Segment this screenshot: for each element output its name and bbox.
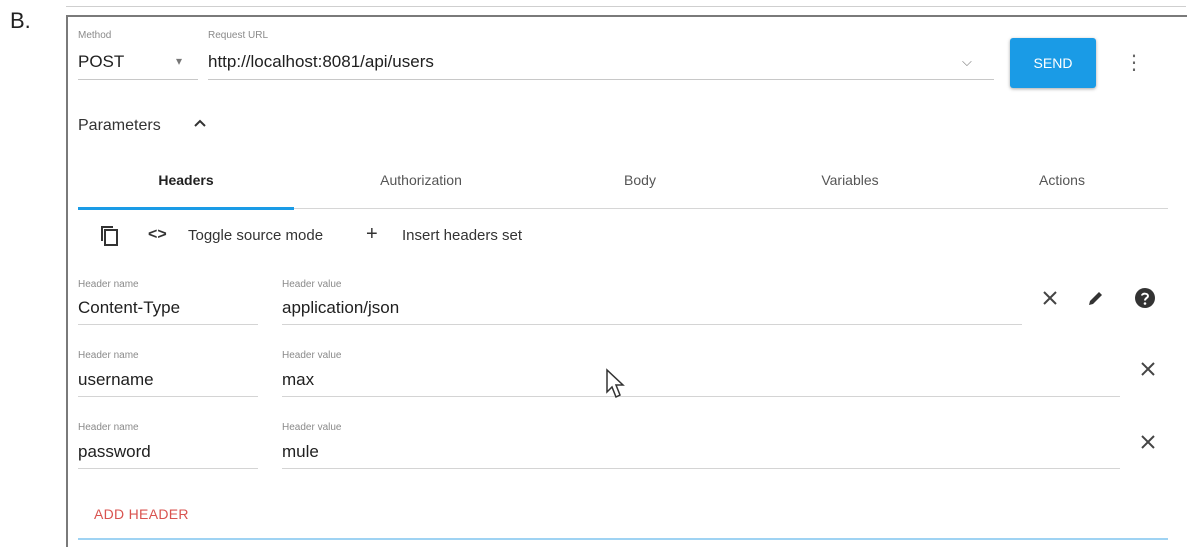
header-name-input[interactable]: Content-Type: [78, 298, 180, 318]
header-value-underline: [282, 468, 1120, 469]
header-value-label: Header value: [282, 422, 342, 433]
tab-headers[interactable]: Headers: [108, 172, 264, 188]
more-options-icon[interactable]: ⋮: [1124, 44, 1144, 80]
help-icon[interactable]: [1132, 285, 1158, 311]
code-icon[interactable]: <>: [148, 226, 167, 244]
remove-header-icon[interactable]: [1136, 357, 1160, 381]
tab-authorization[interactable]: Authorization: [346, 172, 496, 188]
url-label: Request URL: [208, 30, 269, 41]
header-value-input[interactable]: mule: [282, 442, 319, 462]
header-value-label: Header value: [282, 279, 342, 290]
bottom-accent-line: [78, 538, 1168, 540]
mouse-cursor-icon: [604, 368, 630, 402]
toggle-source-mode-button[interactable]: Toggle source mode: [188, 227, 323, 244]
method-underline: [78, 79, 198, 80]
method-dropdown-icon[interactable]: ▾: [176, 54, 182, 68]
parameters-collapse-icon[interactable]: [190, 112, 210, 134]
header-value-input[interactable]: max: [282, 370, 314, 390]
copy-icon[interactable]: [98, 223, 122, 249]
send-button[interactable]: SEND: [1010, 38, 1096, 88]
option-letter: B.: [10, 8, 31, 33]
tab-active-indicator: [78, 207, 294, 210]
tab-body[interactable]: Body: [580, 172, 700, 188]
top-divider: [66, 6, 1186, 7]
header-value-label: Header value: [282, 350, 342, 361]
tab-variables[interactable]: Variables: [790, 172, 910, 188]
insert-headers-set-button[interactable]: Insert headers set: [402, 227, 522, 244]
edit-header-icon[interactable]: [1084, 286, 1108, 310]
header-name-underline: [78, 468, 258, 469]
remove-header-icon[interactable]: [1136, 430, 1160, 454]
header-name-label: Header name: [78, 279, 139, 290]
header-value-underline: [282, 396, 1120, 397]
header-name-underline: [78, 324, 258, 325]
url-underline: [208, 79, 994, 80]
header-name-label: Header name: [78, 422, 139, 433]
url-input[interactable]: http://localhost:8081/api/users: [208, 52, 434, 72]
add-header-button[interactable]: ADD HEADER: [94, 506, 189, 522]
add-icon[interactable]: +: [366, 223, 378, 246]
tab-actions[interactable]: Actions: [1002, 172, 1122, 188]
method-label: Method: [78, 30, 112, 41]
header-name-input[interactable]: password: [78, 442, 151, 462]
url-history-chevron-icon[interactable]: ⌵: [962, 54, 972, 70]
parameters-toggle-label[interactable]: Parameters: [78, 117, 161, 135]
header-value-underline: [282, 324, 1022, 325]
remove-header-icon[interactable]: [1038, 286, 1062, 310]
header-name-underline: [78, 396, 258, 397]
header-value-input[interactable]: application/json: [282, 298, 399, 318]
method-select[interactable]: POST: [78, 52, 124, 72]
header-name-input[interactable]: username: [78, 370, 154, 390]
header-name-label: Header name: [78, 350, 139, 361]
